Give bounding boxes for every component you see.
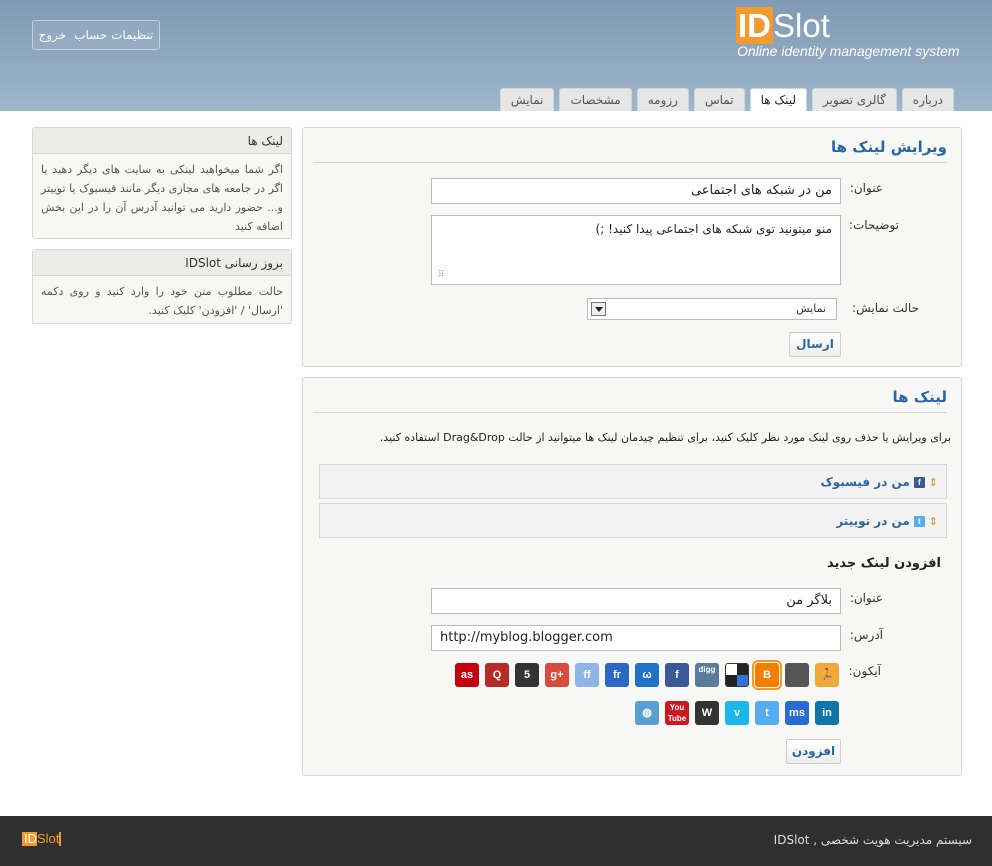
twitter-icon[interactable]: t: [755, 701, 779, 725]
links-title: لینک ها: [892, 388, 948, 406]
digg-icon[interactable]: digg: [695, 663, 719, 687]
footer-logo[interactable]: IDSlot: [22, 831, 62, 846]
lastfm-icon[interactable]: as: [455, 663, 479, 687]
drag-handle-icon[interactable]: ⇕: [929, 476, 938, 489]
linkedin-icon[interactable]: in: [815, 701, 839, 725]
friendfeed-alt-icon[interactable]: ff: [575, 663, 599, 687]
runner-icon[interactable]: 🏃: [815, 663, 839, 687]
link-item-label: من در توییتر: [836, 514, 910, 528]
sidebar-update-box: بروز رسانی IDSlot حالت مطلوب متن خود را …: [32, 249, 292, 324]
tab-profile[interactable]: مشخصات: [559, 88, 632, 111]
account-box: تنظیمات حساب خروج: [32, 20, 160, 50]
apple-icon[interactable]: [785, 663, 809, 687]
logo-id-text: ID: [736, 7, 773, 44]
logo-slot-text: Slot: [773, 7, 830, 44]
links-panel: لینک ها برای ویرایش یا حذف روی لینک مورد…: [302, 377, 962, 776]
submit-button[interactable]: ارسال: [789, 332, 841, 357]
header: IDSlot Online identity management system…: [0, 0, 992, 111]
new-title-field[interactable]: بلاگر من: [431, 588, 841, 614]
link-item[interactable]: ⇕ f من در فیسبوک: [319, 464, 947, 499]
new-address-label: آدرس:: [849, 628, 883, 642]
youtube-icon[interactable]: You Tube: [665, 701, 689, 725]
fireeagle-icon[interactable]: ω: [635, 663, 659, 687]
idslot-logo[interactable]: IDSlot Online identity management system: [736, 7, 966, 64]
facebook-icon[interactable]: f: [665, 663, 689, 687]
footer-copyright: سیستم مدیریت هویت شخصی , IDSlot: [773, 833, 972, 847]
display-mode-label: حالت نمایش:: [852, 301, 919, 315]
link-item[interactable]: ⇕ t من در توییتر: [319, 503, 947, 538]
tab-contact[interactable]: تماس: [693, 88, 745, 111]
wordpress-icon[interactable]: W: [695, 701, 719, 725]
resize-grip-icon[interactable]: ⠿: [438, 270, 445, 280]
icon-picker: 🏃 Bdigg f ω fr ff g+ 5 Qas in ms t v W You Tube ◍: [449, 660, 839, 725]
facebook-icon: f: [913, 476, 925, 488]
friendfeed-icon[interactable]: fr: [605, 663, 629, 687]
tab-gallery[interactable]: گالری تصویر: [812, 88, 897, 111]
vimeo-icon[interactable]: v: [725, 701, 749, 725]
title-divider: [313, 412, 947, 413]
delicious-icon[interactable]: [725, 663, 749, 687]
description-value: منو میتونید توی شبکه های اجتماعی پیدا کن…: [595, 222, 832, 236]
description-field-label: توضیحات:: [848, 218, 899, 232]
sidebar-links-box: لینک ها اگر شما میخواهید لینکی به سایت ه…: [32, 127, 292, 239]
display-mode-select[interactable]: نمایش: [587, 298, 837, 320]
logo-tagline: Online identity management system: [737, 43, 960, 59]
globe-icon[interactable]: ◍: [635, 701, 659, 725]
display-mode-value: نمایش: [796, 302, 826, 315]
link-item-label: من در فیسبوک: [820, 475, 910, 489]
html5-icon[interactable]: 5: [515, 663, 539, 687]
twitter-icon: t: [913, 515, 925, 527]
sidebar-update-title: بروز رسانی IDSlot: [33, 250, 291, 276]
title-field-label: عنوان:: [849, 181, 883, 195]
tab-links[interactable]: لینک ها: [749, 88, 808, 111]
googleplus-icon[interactable]: g+: [545, 663, 569, 687]
new-address-field[interactable]: http://myblog.blogger.com: [431, 625, 841, 651]
sidebar-update-body: حالت مطلوب متن خود را وارد کنید و روی دک…: [41, 285, 283, 317]
tab-view[interactable]: نمایش: [499, 88, 555, 111]
add-link-heading: افزودن لینک جدید: [826, 556, 941, 571]
edit-links-title: ویرایش لینک ها: [831, 138, 947, 156]
add-link-button[interactable]: افزودن: [786, 739, 841, 764]
sidebar-links-title: لینک ها: [33, 128, 291, 154]
title-field[interactable]: من در شبکه های اجتماعی: [431, 178, 841, 204]
chevron-down-icon[interactable]: [591, 302, 606, 316]
edit-links-panel: ویرایش لینک ها عنوان: من در شبکه های اجت…: [302, 127, 962, 367]
description-field[interactable]: منو میتونید توی شبکه های اجتماعی پیدا کن…: [431, 215, 841, 285]
main-tabs: درباره گالری تصویر لینک ها تماس رزومه مش…: [499, 88, 954, 111]
footer-logo-slot: Slot: [37, 831, 60, 846]
account-settings-link[interactable]: تنظیمات حساب: [74, 28, 153, 42]
sidebar-links-body: اگر شما میخواهید لینکی به سایت های دیگر …: [41, 163, 283, 233]
icon-picker-label: آیکون:: [848, 664, 881, 678]
title-divider: [313, 162, 947, 163]
drag-handle-icon[interactable]: ⇕: [929, 515, 938, 528]
blogger-icon[interactable]: B: [752, 660, 782, 690]
links-info-text: برای ویرایش یا حذف روی لینک مورد نظر کلی…: [379, 431, 951, 444]
quora-icon[interactable]: Q: [485, 663, 509, 687]
myspace-icon[interactable]: ms: [785, 701, 809, 725]
logout-link[interactable]: خروج: [39, 28, 67, 42]
footer-logo-id: ID: [24, 831, 37, 846]
new-title-label: عنوان:: [849, 591, 883, 605]
footer: IDSlot سیستم مدیریت هویت شخصی , IDSlot: [0, 816, 992, 866]
tab-resume[interactable]: رزومه: [636, 88, 689, 111]
tab-about[interactable]: درباره: [901, 88, 954, 111]
